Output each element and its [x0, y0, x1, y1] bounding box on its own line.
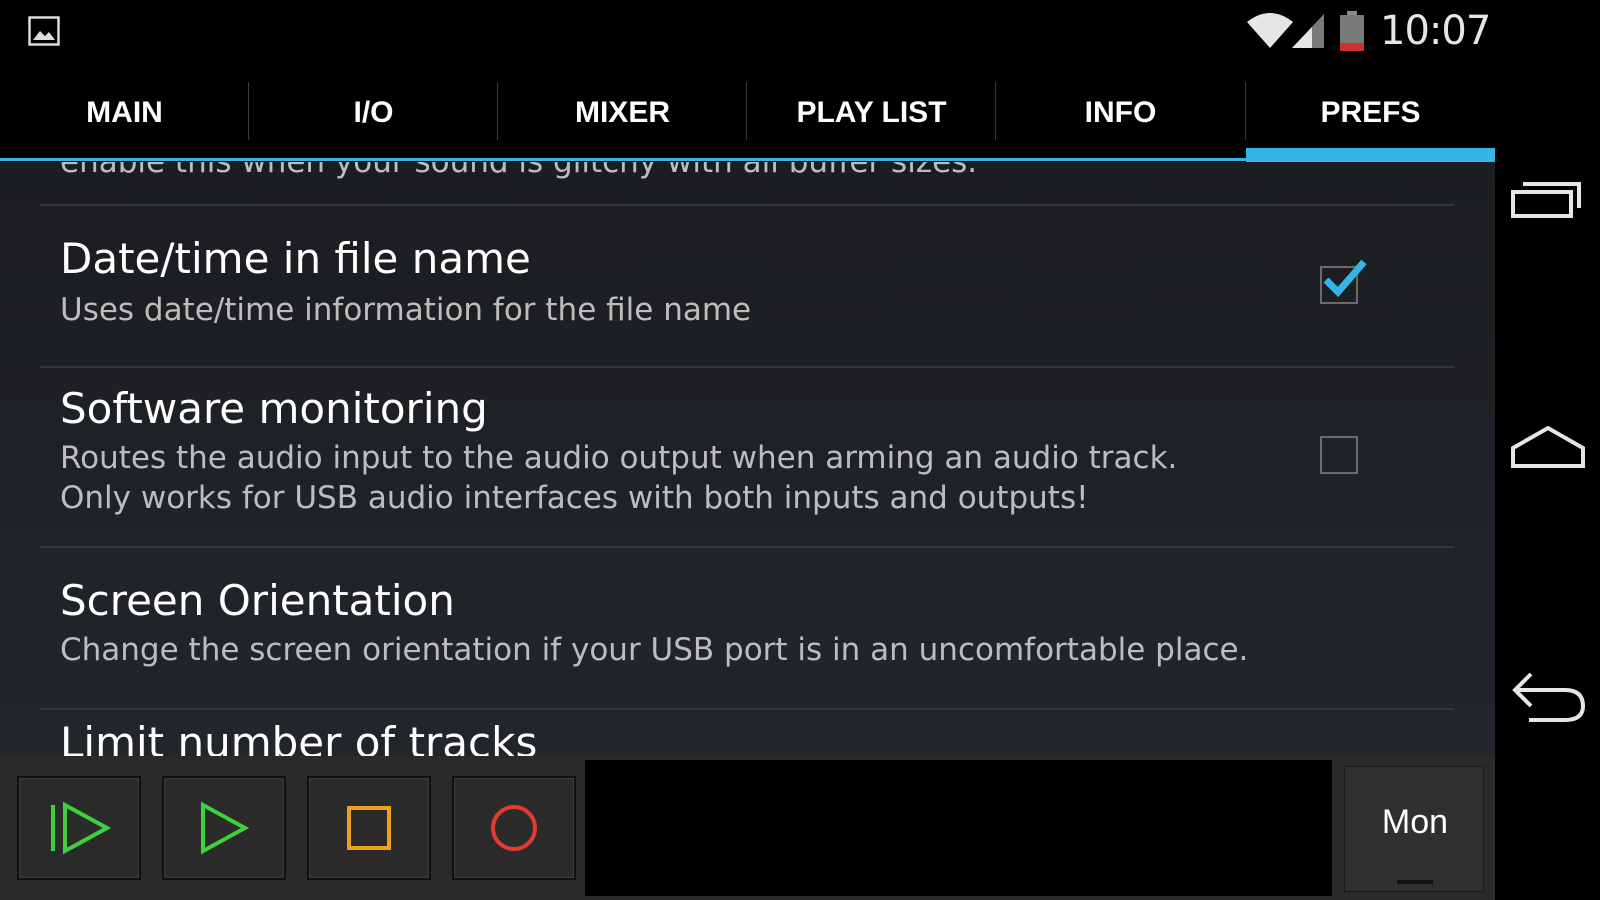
- date-time-checkbox[interactable]: [1320, 259, 1367, 304]
- record-icon: [491, 805, 537, 851]
- pref-title: Screen Orientation: [60, 576, 455, 625]
- tab-info[interactable]: INFO: [996, 64, 1245, 162]
- battery-icon: [1340, 11, 1364, 51]
- wifi-icon: [1247, 13, 1293, 48]
- status-bar: 10:07: [0, 0, 1495, 64]
- image-icon: [28, 16, 60, 46]
- tab-main[interactable]: MAIN: [0, 64, 249, 162]
- list-divider: [40, 366, 1454, 368]
- mon-button[interactable]: Mon: [1344, 766, 1484, 892]
- transport-display: [585, 760, 1332, 896]
- transport-bar: Mon: [0, 756, 1495, 900]
- recent-apps-icon[interactable]: [1509, 170, 1587, 228]
- play-button[interactable]: [162, 776, 286, 880]
- pref-partial-summary: enable this when your sound is glitchy w…: [60, 162, 978, 180]
- pref-summary: Uses date/time information for the file …: [60, 292, 752, 328]
- back-icon[interactable]: [1509, 668, 1587, 726]
- play-from-start-button[interactable]: [17, 776, 141, 880]
- tab-io[interactable]: I/O: [249, 64, 498, 162]
- list-divider: [40, 708, 1454, 710]
- clock-time: 10:07: [1380, 8, 1491, 54]
- play-from-start-icon: [51, 801, 111, 855]
- play-icon: [201, 801, 250, 855]
- pref-title: Software monitoring: [60, 384, 488, 433]
- tab-active-indicator: [1246, 148, 1495, 162]
- software-monitoring-checkbox[interactable]: [1320, 436, 1358, 474]
- stop-icon: [347, 806, 391, 850]
- pref-summary-line-2: Only works for USB audio interfaces with…: [60, 480, 1089, 516]
- mon-indicator: [1397, 880, 1433, 884]
- list-divider: [40, 546, 1454, 548]
- signal-icon: [1292, 14, 1324, 48]
- pref-title: Limit number of tracks: [60, 718, 538, 756]
- stop-button[interactable]: [307, 776, 431, 880]
- tab-underline: [0, 158, 1246, 161]
- pref-summary: Change the screen orientation if your US…: [60, 632, 1249, 668]
- tab-mixer[interactable]: MIXER: [498, 64, 747, 162]
- record-button[interactable]: [452, 776, 576, 880]
- tab-play-list[interactable]: PLAY LIST: [747, 64, 996, 162]
- navigation-bar: [1495, 0, 1600, 900]
- pref-title: Date/time in file name: [60, 234, 531, 283]
- list-divider: [40, 204, 1454, 206]
- home-icon[interactable]: [1509, 420, 1587, 478]
- checkmark-icon: [1323, 259, 1367, 298]
- pref-summary-line-1: Routes the audio input to the audio outp…: [60, 440, 1178, 476]
- mon-label: Mon: [1381, 803, 1449, 841]
- preferences-list[interactable]: enable this when your sound is glitchy w…: [0, 162, 1495, 756]
